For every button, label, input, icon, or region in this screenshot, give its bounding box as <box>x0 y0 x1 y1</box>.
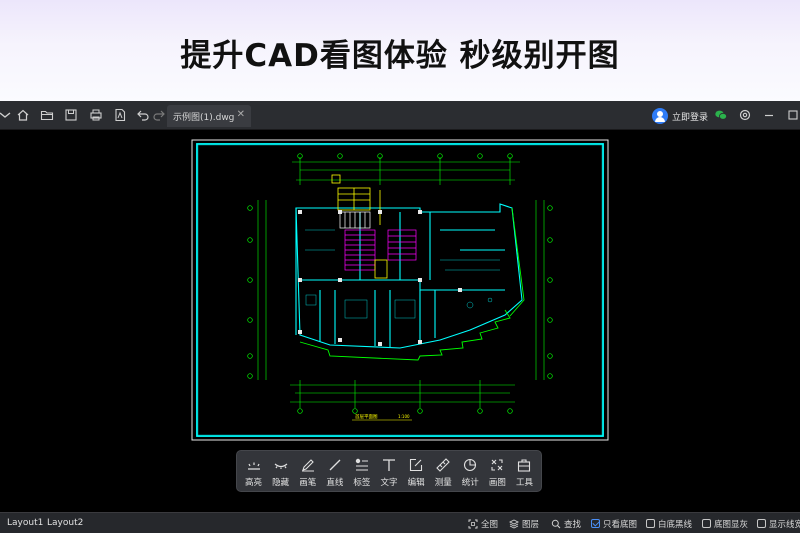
pie-chart-icon <box>464 458 477 472</box>
tool-label: 测量 <box>434 478 452 488</box>
tool-label: 画笔 <box>299 478 317 488</box>
tool-pen[interactable]: 画笔 <box>294 453 321 491</box>
settings-icon[interactable] <box>736 106 754 124</box>
white-bg-black-lines-label: 白底黑线 <box>658 519 693 530</box>
tag-icon <box>355 458 368 471</box>
tool-draw[interactable]: 画图 <box>484 453 511 491</box>
bottom-dimensions <box>290 380 515 408</box>
edit-icon <box>410 458 423 472</box>
promo-banner: 提升CAD看图体验 秒级别开图 <box>0 0 800 101</box>
interior-detail <box>305 229 500 319</box>
tool-edit[interactable]: 编辑 <box>403 453 430 491</box>
text-icon <box>383 459 396 471</box>
base-map-gray-checkbox[interactable]: 底图显灰 <box>702 517 748 530</box>
tool-label: 直线 <box>326 478 344 488</box>
login-label: 立即登录 <box>672 112 709 123</box>
sheet-outer-border <box>191 139 609 441</box>
tool-label: 高亮 <box>245 478 263 488</box>
line-icon <box>329 459 341 471</box>
tool-statistics[interactable]: 统计 <box>457 453 484 491</box>
tool-toolbox[interactable]: 工具 <box>511 453 538 491</box>
only-base-map-checkbox[interactable]: 只看底图 <box>591 517 637 530</box>
redo-icon[interactable] <box>150 106 168 124</box>
fit-view-label: 全图 <box>481 519 499 530</box>
status-bar: Layout1 Layout2 全图 图层 查找 只看底图 白底黑线 底图显灰 … <box>0 512 800 533</box>
pdf-icon[interactable] <box>111 106 129 124</box>
annotation-tool-palette: 高亮 隐藏 画笔 直线 标签 文字 编辑 测量 统计 画图 工具 <box>236 450 542 492</box>
open-folder-icon[interactable] <box>38 106 56 124</box>
draw-shapes-icon <box>491 459 503 471</box>
fit-view-icon <box>468 519 478 528</box>
tool-tag[interactable]: 标签 <box>348 453 375 491</box>
white-bg-black-lines-checkbox[interactable]: 白底黑线 <box>646 517 692 530</box>
layout-tab-2[interactable]: Layout2 <box>47 518 83 528</box>
tool-line[interactable]: 直线 <box>321 453 348 491</box>
only-base-map-label: 只看底图 <box>603 519 638 530</box>
menu-icon[interactable] <box>0 106 14 124</box>
tool-label: 隐藏 <box>272 478 290 488</box>
tool-measure[interactable]: 测量 <box>430 453 457 491</box>
login-button[interactable]: 立即登录 <box>652 107 708 125</box>
hide-icon <box>274 463 288 469</box>
show-line-width-label: 显示线宽 <box>769 519 800 530</box>
tool-highlight[interactable]: 高亮 <box>240 453 267 491</box>
layers-button[interactable]: 图层 <box>509 517 539 530</box>
show-line-width-checkbox[interactable]: 显示线宽 <box>757 517 800 530</box>
search-button[interactable]: 查找 <box>551 517 581 530</box>
checkbox[interactable] <box>757 519 766 528</box>
tool-hide[interactable]: 隐藏 <box>267 453 294 491</box>
tool-text[interactable]: 文字 <box>375 453 402 491</box>
tool-label: 文字 <box>380 478 398 488</box>
search-label: 查找 <box>564 519 582 530</box>
tab-label: 示例图(1).dwg <box>173 112 235 123</box>
checkbox[interactable] <box>702 519 711 528</box>
tool-label: 工具 <box>515 478 533 488</box>
building-walls <box>295 203 523 349</box>
minimize-icon[interactable] <box>760 106 778 124</box>
maximize-icon[interactable] <box>784 106 800 124</box>
fit-view-button[interactable]: 全图 <box>468 517 498 530</box>
base-map-gray-label: 底图显灰 <box>714 519 749 530</box>
layers-label: 图层 <box>522 519 540 530</box>
print-icon[interactable] <box>87 106 105 124</box>
highlight-icon <box>247 462 260 470</box>
checkbox-checked[interactable] <box>591 519 600 528</box>
drawing-title: 首层平面图 <box>355 413 378 420</box>
stair-core <box>344 229 417 271</box>
axis-bubbles <box>247 153 553 414</box>
home-icon[interactable] <box>14 106 32 124</box>
pen-icon <box>301 459 314 472</box>
tab-document[interactable]: 示例图(1).dwg ✕ <box>167 105 251 127</box>
checkbox[interactable] <box>646 519 655 528</box>
wechat-icon[interactable] <box>712 106 730 124</box>
save-icon[interactable] <box>62 106 80 124</box>
close-icon[interactable]: ✕ <box>237 109 245 120</box>
banner-title: 提升CAD看图体验 秒级别开图 <box>180 38 620 74</box>
search-icon <box>551 519 561 528</box>
stepped-facade <box>299 309 511 361</box>
ruler-icon <box>436 458 450 472</box>
layers-icon <box>509 518 519 529</box>
tool-label: 画图 <box>488 478 506 488</box>
white-stairs <box>339 211 371 229</box>
tool-label: 标签 <box>353 478 371 488</box>
tool-label: 编辑 <box>407 478 425 488</box>
drawing-scale: 1:100 <box>398 414 410 419</box>
top-dimensions <box>292 157 520 185</box>
avatar <box>652 108 668 124</box>
top-toolbar: 示例图(1).dwg ✕ 立即登录 <box>0 101 800 130</box>
toolbox-icon <box>518 459 531 472</box>
tool-label: 统计 <box>461 478 479 488</box>
layout-tab-1[interactable]: Layout1 <box>7 518 43 528</box>
